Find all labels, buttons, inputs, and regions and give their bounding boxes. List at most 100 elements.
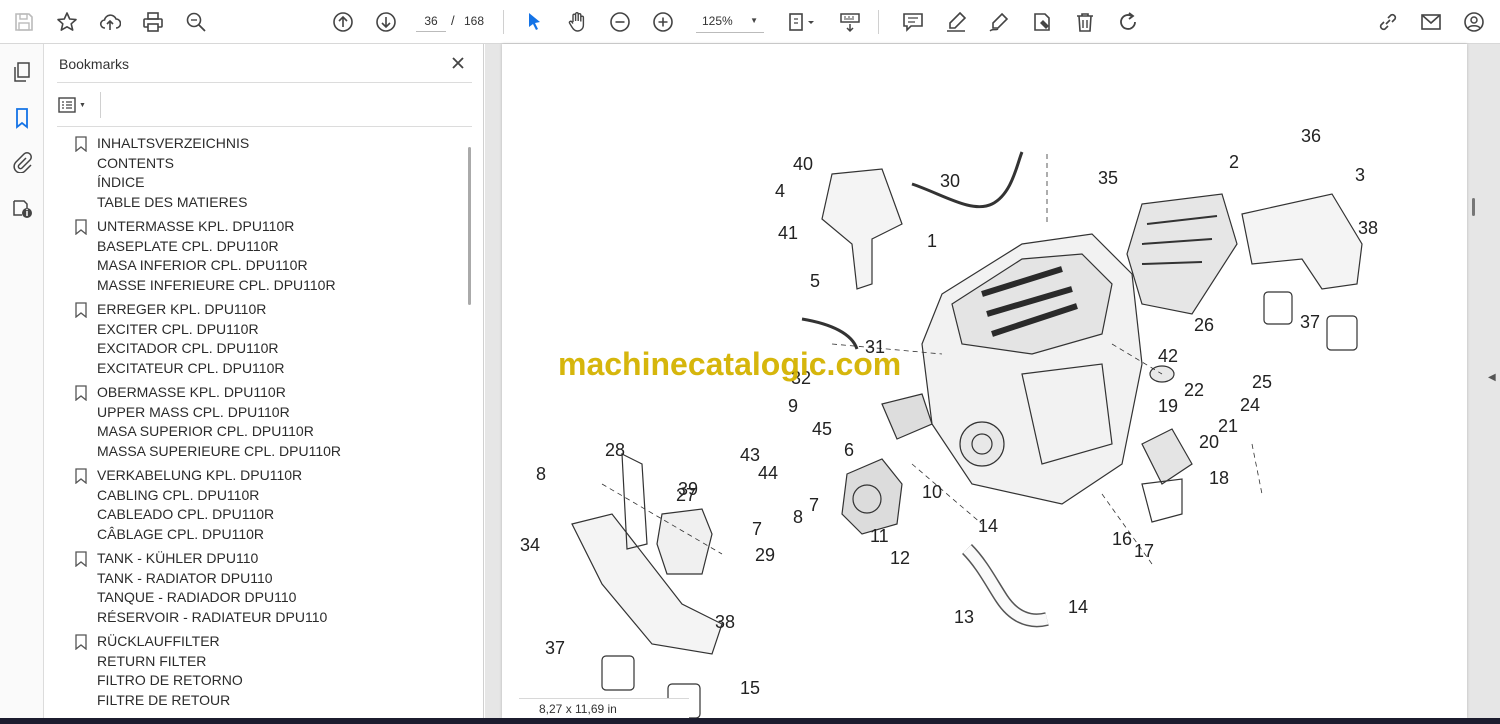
email-icon[interactable] <box>1417 8 1445 36</box>
bookmark-item[interactable]: RÜCKLAUFFILTER RETURN FILTER FILTRO DE R… <box>57 632 465 710</box>
zoom-dropdown[interactable]: 125% ▼ <box>696 9 764 33</box>
page-down-icon[interactable] <box>372 8 400 36</box>
bookmark-item[interactable]: UNTERMASSE KPL. DPU110R BASEPLATE CPL. D… <box>57 217 465 295</box>
part-number-label: 19 <box>1158 396 1178 416</box>
part-number-label: 14 <box>1068 597 1088 617</box>
part-number-label: 14 <box>978 516 998 536</box>
comment-icon[interactable] <box>899 8 927 36</box>
bookmark-icon <box>75 136 87 152</box>
select-cursor-icon[interactable] <box>520 8 548 36</box>
scroll-mode-icon[interactable] <box>836 8 864 36</box>
options-divider <box>100 92 101 118</box>
account-icon[interactable] <box>1460 8 1488 36</box>
bookmark-label: RETURN FILTER <box>97 652 207 669</box>
bookmark-item[interactable]: OBERMASSE KPL. DPU110R UPPER MASS CPL. D… <box>57 383 465 461</box>
part-number-label: 12 <box>890 548 910 568</box>
bookmark-icon <box>75 551 87 567</box>
bookmark-label: EXCITATEUR CPL. DPU110R <box>97 359 285 376</box>
close-icon[interactable] <box>447 52 469 74</box>
bookmark-item[interactable]: VERKABELUNG KPL. DPU110R CABLING CPL. DP… <box>57 466 465 544</box>
pdf-page: 1 2 3 4 5 6 7 7 8 8 9 10 11 12 13 14 14 15 16 17 18 19 20 21 22 2… <box>502 44 1467 718</box>
document-scrollbar[interactable] <box>1472 198 1475 216</box>
chevron-down-icon: ▼ <box>750 16 758 25</box>
highlight-pen-icon[interactable] <box>942 8 970 36</box>
zoom-search-icon[interactable] <box>182 8 210 36</box>
bookmark-label: UPPER MASS CPL. DPU110R <box>97 403 290 420</box>
page-number-input[interactable] <box>416 10 446 32</box>
part-number-label: 7 <box>809 495 819 515</box>
rotate-icon[interactable] <box>1114 8 1142 36</box>
expand-right-panel-arrow-icon[interactable]: ◀ <box>1488 372 1496 383</box>
page-total: 168 <box>464 14 485 28</box>
bookmark-label: RÉSERVOIR - RADIATEUR DPU110 <box>97 608 328 625</box>
bookmark-label: TANK - RADIATOR DPU110 <box>97 569 273 586</box>
part-number-label: 5 <box>810 271 820 291</box>
bookmark-label: CÂBLAGE CPL. DPU110R <box>97 525 265 542</box>
part-number-label: 42 <box>1158 346 1178 366</box>
panel-divider <box>57 82 472 83</box>
panel-scrollbar[interactable] <box>468 147 471 305</box>
page-up-icon[interactable] <box>329 8 357 36</box>
page-thumbnails-icon[interactable] <box>8 58 36 86</box>
part-number-label: 24 <box>1240 395 1260 415</box>
part-number-label: 41 <box>778 223 798 243</box>
bookmark-label: CONTENTS <box>97 154 174 171</box>
bookmark-item[interactable]: ERREGER KPL. DPU110R EXCITER CPL. DPU110… <box>57 300 465 378</box>
fit-page-icon[interactable] <box>782 8 822 36</box>
document-view: 1 2 3 4 5 6 7 7 8 8 9 10 11 12 13 14 14 15 16 17 18 19 20 21 22 2… <box>485 44 1500 718</box>
bookmark-label: TANQUE - RADIADOR DPU110 <box>97 589 297 605</box>
panel-divider <box>57 126 472 127</box>
part-number-label: 2 <box>1229 152 1239 172</box>
part-number-label: 22 <box>1184 380 1204 400</box>
part-number-label: 10 <box>922 482 942 502</box>
panel-title: Bookmarks <box>59 56 130 72</box>
part-number-label: 9 <box>788 396 798 416</box>
attachments-icon[interactable] <box>8 148 36 176</box>
zoom-in-icon[interactable] <box>649 8 677 36</box>
bookmark-label: MASSA SUPERIEURE CPL. DPU110R <box>97 442 342 459</box>
bookmark-label: BASEPLATE CPL. DPU110R <box>97 237 279 254</box>
bookmark-icon <box>75 219 87 235</box>
part-number-label: 20 <box>1199 432 1219 452</box>
bookmark-label: MASSE INFERIEURE CPL. DPU110R <box>97 276 336 293</box>
part-number-label: 38 <box>1358 218 1378 238</box>
upload-cloud-icon[interactable] <box>96 8 124 36</box>
bookmark-icon <box>75 468 87 484</box>
taskbar-strip <box>0 718 1500 724</box>
part-number-label: 8 <box>536 464 546 484</box>
hand-icon[interactable] <box>563 8 591 36</box>
bookmark-label: TANK - KÜHLER DPU110 <box>97 550 259 566</box>
share-link-icon[interactable] <box>1374 8 1402 36</box>
page-size-readout: 8,27 x 11,69 in <box>519 698 689 718</box>
part-number-label: 15 <box>740 678 760 698</box>
stamp-icon[interactable] <box>1028 8 1056 36</box>
bookmark-list: INHALTSVERZEICHNIS CONTENTS ÍNDICE TABLE… <box>57 134 465 718</box>
print-icon[interactable] <box>139 8 167 36</box>
part-number-label: 28 <box>605 440 625 460</box>
part-number-label: 17 <box>1134 541 1154 561</box>
bookmark-star-icon[interactable] <box>53 8 81 36</box>
bookmark-label: ÍNDICE <box>97 174 145 190</box>
part-number-label: 39 <box>678 479 698 499</box>
part-number-label: 6 <box>844 440 854 460</box>
part-number-label: 30 <box>940 171 960 191</box>
part-number-label: 37 <box>545 638 565 658</box>
watermark-text: machinecatalogic.com <box>558 346 902 382</box>
bookmark-item[interactable]: TANK - KÜHLER DPU110 TANK - RADIATOR DPU… <box>57 549 465 627</box>
layers-info-icon[interactable] <box>8 194 36 222</box>
bookmark-item[interactable]: INHALTSVERZEICHNIS CONTENTS ÍNDICE TABLE… <box>57 134 465 212</box>
delete-icon[interactable] <box>1071 8 1099 36</box>
bookmark-label: OBERMASSE KPL. DPU110R <box>97 384 286 400</box>
zoom-out-icon[interactable] <box>606 8 634 36</box>
bookmark-icon <box>75 385 87 401</box>
bookmark-options-button[interactable]: ▼ <box>58 94 94 116</box>
bookmark-label: ERREGER KPL. DPU110R <box>97 301 267 317</box>
part-number-label: 7 <box>752 519 762 539</box>
sign-icon[interactable] <box>985 8 1013 36</box>
part-number-label: 3 <box>1355 165 1365 185</box>
bookmark-label: EXCITADOR CPL. DPU110R <box>97 340 279 356</box>
bookmark-label: INHALTSVERZEICHNIS <box>97 135 250 151</box>
bookmarks-icon[interactable] <box>8 104 36 132</box>
save-icon[interactable] <box>10 8 38 36</box>
bookmark-label: UNTERMASSE KPL. DPU110R <box>97 218 295 234</box>
